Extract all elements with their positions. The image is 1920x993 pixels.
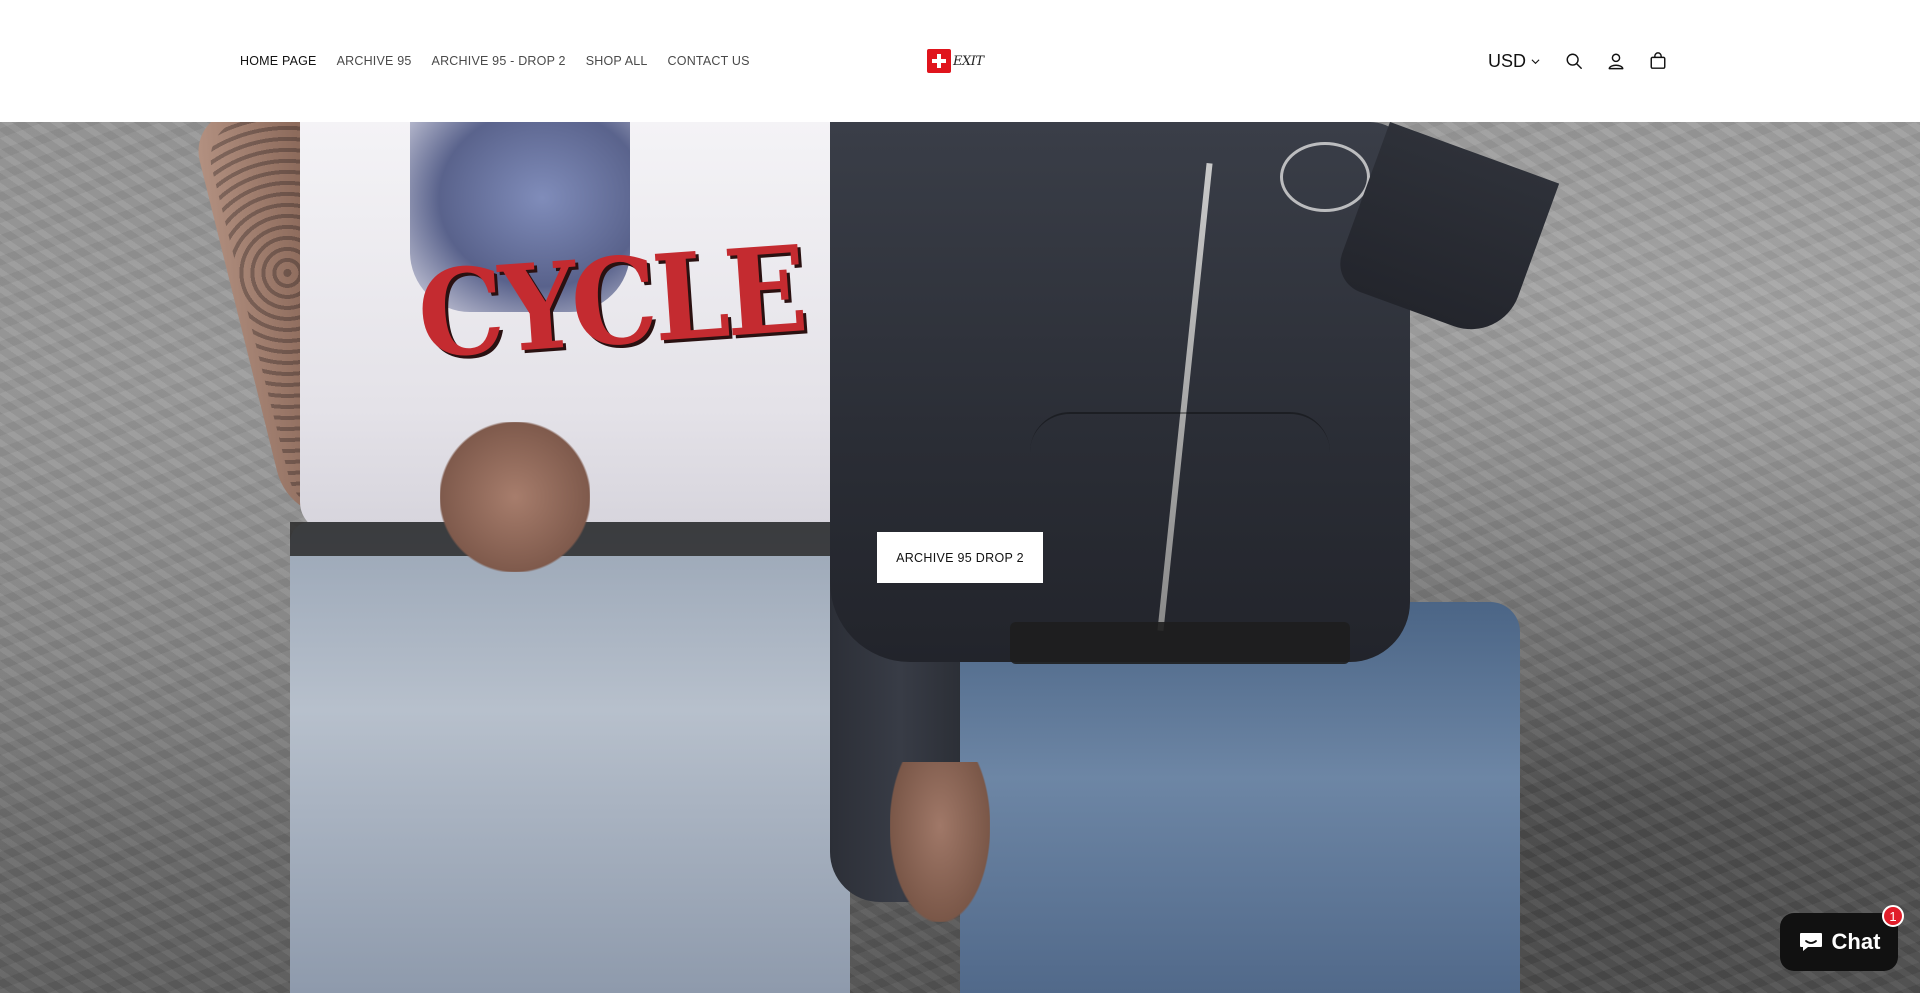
- nav-home-page[interactable]: HOME PAGE: [240, 54, 317, 68]
- search-button[interactable]: [1562, 49, 1586, 73]
- search-icon: [1566, 53, 1582, 69]
- cart-icon: [1650, 52, 1666, 69]
- hoodie-pocket: [1030, 412, 1330, 562]
- shirt-print-text: CYCLE: [413, 220, 808, 386]
- main-nav: HOME PAGE ARCHIVE 95 ARCHIVE 95 - DROP 2…: [240, 52, 770, 70]
- chevron-down-icon: [1531, 58, 1540, 64]
- chat-widget-button[interactable]: Chat: [1780, 913, 1898, 971]
- account-icon: [1608, 53, 1624, 70]
- logo-wordmark: EXIT: [953, 53, 984, 69]
- swiss-cross-flag-icon: [927, 49, 951, 73]
- nav-archive-95-drop-2[interactable]: ARCHIVE 95 - DROP 2: [432, 54, 566, 68]
- chat-label: Chat: [1831, 929, 1881, 954]
- hero-banner: CYCLE ARCHIVE 95 DROP 2: [0, 122, 1920, 993]
- nav-archive-95[interactable]: ARCHIVE 95: [337, 54, 412, 68]
- light-wash-jeans-image: [290, 522, 850, 993]
- site-header: HOME PAGE ARCHIVE 95 ARCHIVE 95 - DROP 2…: [0, 0, 1920, 122]
- nav-contact-us[interactable]: CONTACT US: [668, 54, 750, 68]
- chat-bubble-icon: [1799, 933, 1822, 951]
- cart-button[interactable]: [1646, 49, 1670, 73]
- chat-notification-badge: 1: [1882, 905, 1904, 927]
- header-utilities: USD: [1488, 46, 1670, 76]
- hoodie-logo-print: [1280, 142, 1370, 212]
- currency-selector[interactable]: USD: [1488, 51, 1540, 72]
- currency-value: USD: [1488, 50, 1527, 71]
- nav-shop-all[interactable]: SHOP ALL: [586, 54, 648, 68]
- archive-95-drop-2-button[interactable]: ARCHIVE 95 DROP 2: [877, 532, 1043, 583]
- hand-with-rings-image: [890, 762, 990, 922]
- hand-image: [440, 422, 590, 572]
- belt-image: [1010, 622, 1350, 664]
- account-button[interactable]: [1604, 49, 1628, 73]
- store-logo[interactable]: EXIT: [927, 49, 987, 73]
